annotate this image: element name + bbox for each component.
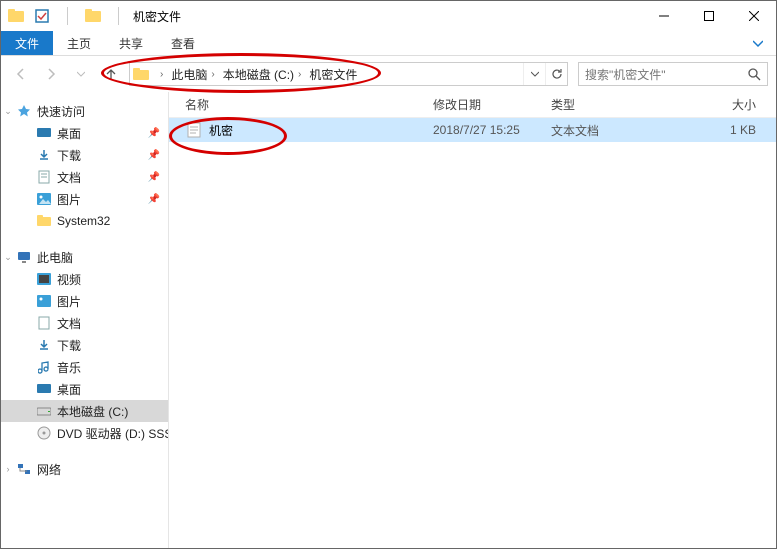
- picture-icon: [35, 190, 53, 208]
- expand-icon[interactable]: ⌄: [3, 106, 13, 117]
- back-button[interactable]: [9, 62, 33, 86]
- tab-home[interactable]: 主页: [53, 31, 105, 55]
- app-folder-icon: [7, 7, 25, 25]
- breadcrumb-thispc[interactable]: 此电脑›: [167, 63, 218, 85]
- search-button[interactable]: [741, 63, 767, 85]
- sidebar-this-pc[interactable]: ⌄ 此电脑: [1, 246, 168, 268]
- minimize-button[interactable]: [641, 1, 686, 31]
- document-icon: [35, 168, 53, 186]
- sidebar-item-downloads2[interactable]: 下载: [1, 334, 168, 356]
- sidebar-item-dvd-drive[interactable]: DVD 驱动器 (D:) SSS_X64FREV_ZH-CN_DV9: [1, 422, 168, 444]
- sidebar-item-desktop2[interactable]: 桌面: [1, 378, 168, 400]
- music-icon: [35, 358, 53, 376]
- video-icon: [35, 270, 53, 288]
- sidebar-network[interactable]: › 网络: [1, 458, 168, 480]
- sidebar-item-desktop[interactable]: 桌面📌: [1, 122, 168, 144]
- sidebar-item-pictures2[interactable]: 图片: [1, 290, 168, 312]
- ribbon-expand-button[interactable]: [740, 31, 776, 55]
- pin-icon: 📌: [148, 128, 160, 139]
- breadcrumb-folder[interactable]: 机密文件: [305, 63, 361, 85]
- col-size[interactable]: 大小: [669, 96, 776, 113]
- pin-icon: 📌: [148, 150, 160, 161]
- folder-icon: [84, 7, 102, 25]
- monitor-icon: [15, 248, 33, 266]
- pin-icon: 📌: [148, 194, 160, 205]
- network-icon: [15, 460, 33, 478]
- sidebar-item-system32[interactable]: System32: [1, 210, 168, 232]
- document-icon: [35, 314, 53, 332]
- desktop-icon: [35, 124, 53, 142]
- expand-icon[interactable]: ⌄: [3, 252, 13, 263]
- search-box[interactable]: 搜索"机密文件": [578, 62, 768, 86]
- drive-icon: [35, 402, 53, 420]
- sidebar-item-videos[interactable]: 视频: [1, 268, 168, 290]
- qat-properties-icon[interactable]: [33, 7, 51, 25]
- file-name: 机密: [209, 122, 433, 139]
- expand-icon[interactable]: ›: [3, 464, 13, 474]
- navigation-pane: ⌄ 快速访问 桌面📌 下载📌 文档📌 图片📌 System32 ⌄ 此电脑 视频…: [1, 92, 169, 548]
- refresh-button[interactable]: [545, 63, 567, 85]
- file-list-pane: 名称 修改日期 类型 大小 机密 2018/7/27 15:25 文本文档 1 …: [169, 92, 776, 548]
- col-type[interactable]: 类型: [551, 96, 669, 113]
- disc-icon: [35, 424, 53, 442]
- ribbon-tabs: 文件 主页 共享 查看: [1, 31, 776, 56]
- title-bar: 机密文件: [1, 1, 776, 31]
- breadcrumb-root-chevron[interactable]: ›: [152, 63, 167, 85]
- picture-icon: [35, 292, 53, 310]
- text-file-icon: [185, 121, 203, 139]
- sidebar-item-music[interactable]: 音乐: [1, 356, 168, 378]
- window-title: 机密文件: [133, 8, 181, 25]
- folder-icon: [35, 212, 53, 230]
- pin-icon: 📌: [148, 172, 160, 183]
- breadcrumb-drive[interactable]: 本地磁盘 (C:)›: [219, 63, 306, 85]
- close-button[interactable]: [731, 1, 776, 31]
- file-type: 文本文档: [551, 122, 669, 139]
- download-icon: [35, 336, 53, 354]
- sidebar-item-documents[interactable]: 文档📌: [1, 166, 168, 188]
- file-row[interactable]: 机密 2018/7/27 15:25 文本文档 1 KB: [169, 118, 776, 142]
- forward-button[interactable]: [39, 62, 63, 86]
- sidebar-item-pictures[interactable]: 图片📌: [1, 188, 168, 210]
- download-icon: [35, 146, 53, 164]
- sidebar-item-downloads[interactable]: 下载📌: [1, 144, 168, 166]
- star-icon: [15, 102, 33, 120]
- tab-view[interactable]: 查看: [157, 31, 209, 55]
- col-name[interactable]: 名称: [185, 96, 433, 113]
- column-headers[interactable]: 名称 修改日期 类型 大小: [169, 92, 776, 118]
- sidebar-item-documents2[interactable]: 文档: [1, 312, 168, 334]
- nav-row: › 此电脑› 本地磁盘 (C:)› 机密文件 搜索"机密文件": [1, 56, 776, 92]
- address-dropdown-button[interactable]: [523, 63, 545, 85]
- file-size: 1 KB: [669, 123, 776, 137]
- tab-file[interactable]: 文件: [1, 31, 53, 55]
- col-date[interactable]: 修改日期: [433, 96, 551, 113]
- search-placeholder: 搜索"机密文件": [579, 66, 741, 83]
- address-folder-icon: [130, 67, 152, 81]
- recent-dropdown[interactable]: [69, 62, 93, 86]
- tab-share[interactable]: 共享: [105, 31, 157, 55]
- address-bar[interactable]: › 此电脑› 本地磁盘 (C:)› 机密文件: [129, 62, 568, 86]
- file-date: 2018/7/27 15:25: [433, 123, 551, 137]
- desktop-icon: [35, 380, 53, 398]
- up-button[interactable]: [99, 62, 123, 86]
- maximize-button[interactable]: [686, 1, 731, 31]
- sidebar-quick-access[interactable]: ⌄ 快速访问: [1, 100, 168, 122]
- sidebar-item-local-disk-c[interactable]: 本地磁盘 (C:): [1, 400, 168, 422]
